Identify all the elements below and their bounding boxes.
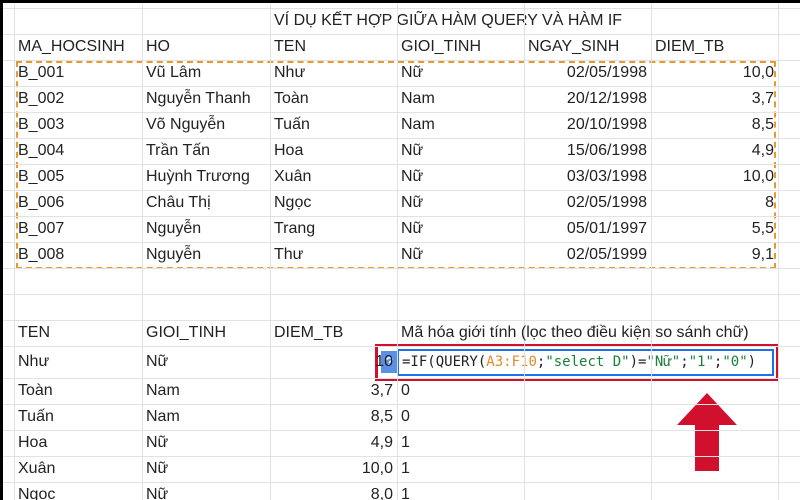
table-cell: 5,5 <box>751 220 774 237</box>
table-cell: 20/10/1998 <box>566 116 647 133</box>
result-header: Mã hóa giới tính (lọc theo điều kiện so … <box>401 324 749 341</box>
result-cell: 0 <box>401 382 410 399</box>
table-cell: 10,0 <box>742 64 774 81</box>
table-cell: B_006 <box>18 194 65 211</box>
result-cell: 1 <box>401 434 410 451</box>
table-cell: B_002 <box>18 90 65 107</box>
result-cell: Toàn <box>18 382 53 399</box>
sheet-title: VÍ DỤ KẾT HỢP GIỮA HÀM QUERY VÀ HÀM IF <box>274 12 623 29</box>
table-cell: 02/05/1998 <box>566 194 647 211</box>
table-cell: Vũ Lâm <box>146 64 202 81</box>
spreadsheet-grid[interactable]: VÍ DỤ KẾT HỢP GIỮA HÀM QUERY VÀ HÀM IF ?… <box>3 3 800 500</box>
table-cell: Nữ <box>401 194 424 211</box>
result-cell: Nữ <box>146 486 169 500</box>
formula-highlight-box: ? =IF(QUERY(A3:F10;"select D")="Nữ";"1";… <box>375 344 779 381</box>
table-cell: Châu Thị <box>146 194 211 211</box>
result-cell: 0 <box>401 408 410 425</box>
formula-string: "select D" <box>545 354 630 370</box>
column-header: GIOI_TINH <box>401 38 482 55</box>
col-gridline <box>778 3 779 500</box>
table-cell: 02/05/1999 <box>566 246 647 263</box>
table-cell: B_003 <box>18 116 65 133</box>
table-cell: B_005 <box>18 168 65 185</box>
table-cell: Nguyễn <box>146 220 202 237</box>
table-cell: 9,1 <box>751 246 774 263</box>
column-header: HO <box>146 38 170 55</box>
table-cell: B_008 <box>18 246 65 263</box>
result-cell: Hoa <box>18 434 48 451</box>
result-cell: 1 <box>401 486 410 500</box>
table-cell: Thư <box>274 246 304 263</box>
result-header: GIOI_TINH <box>146 324 227 341</box>
table-cell: Ngọc <box>274 194 312 211</box>
table-cell: 3,7 <box>751 90 774 107</box>
column-header: NGAY_SINH <box>528 38 620 55</box>
table-cell: 4,9 <box>751 142 774 159</box>
result-cell: Nam <box>146 382 180 399</box>
table-cell: 02/05/1998 <box>566 64 647 81</box>
table-cell: Toàn <box>274 90 309 107</box>
table-cell: 15/06/1998 <box>566 142 647 159</box>
row-gridline <box>3 294 800 295</box>
row-gridline <box>3 8 800 9</box>
table-cell: Nữ <box>401 142 424 159</box>
formula-string: "1" <box>688 354 714 370</box>
result-cell: 8,5 <box>370 408 393 425</box>
table-cell: Tuấn <box>274 116 310 133</box>
table-cell: Như <box>274 64 306 81</box>
result-header: TEN <box>18 324 50 341</box>
table-cell: 05/01/1997 <box>566 220 647 237</box>
table-cell: 10,0 <box>742 168 774 185</box>
formula-sep: ; <box>680 354 689 370</box>
table-cell: B_007 <box>18 220 65 237</box>
table-cell: Võ Nguyễn <box>146 116 226 133</box>
result-cell: Nam <box>146 408 180 425</box>
arrow-up-icon <box>677 393 737 471</box>
result-cell: 4,9 <box>370 434 393 451</box>
table-cell: Nam <box>401 116 435 133</box>
table-cell: Nữ <box>401 64 424 81</box>
formula-func: =IF(QUERY( <box>402 354 487 370</box>
result-cell: 1 <box>401 460 410 477</box>
table-cell: 8 <box>765 194 774 211</box>
table-cell: B_004 <box>18 142 65 159</box>
result-cell: 10,0 <box>361 460 393 477</box>
table-cell: B_001 <box>18 64 65 81</box>
table-cell: Nữ <box>401 246 424 263</box>
formula-op: )= <box>629 354 647 370</box>
result-cell: Nữ <box>146 434 169 451</box>
formula-close: ) <box>747 354 757 370</box>
row-gridline <box>3 346 800 347</box>
table-cell: Trần Tấn <box>146 142 211 159</box>
table-cell: Xuân <box>274 168 312 185</box>
formula-editor[interactable]: =IF(QUERY(A3:F10;"select D")="Nữ";"1";"0… <box>397 349 774 376</box>
result-cell: 8,0 <box>370 486 393 500</box>
column-header: TEN <box>274 38 306 55</box>
row-gridline <box>3 268 800 269</box>
result-cell: Tuấn <box>18 408 54 425</box>
table-cell: Nam <box>401 90 435 107</box>
table-cell: 20/12/1998 <box>566 90 647 107</box>
result-cell: Nữ <box>146 353 169 370</box>
table-cell: 03/03/1998 <box>566 168 647 185</box>
table-cell: Nguyễn Thanh <box>146 90 251 107</box>
table-cell: 8,5 <box>751 116 774 133</box>
table-cell: Trang <box>274 220 316 237</box>
column-header: MA_HOCSINH <box>18 38 125 55</box>
column-header: DIEM_TB <box>655 38 725 55</box>
result-cell: 10 <box>375 353 393 370</box>
table-cell: Nữ <box>401 220 424 237</box>
result-cell: Như <box>18 353 50 370</box>
formula-range: A3:F10 <box>486 354 537 370</box>
table-cell: Nguyễn <box>146 246 202 263</box>
result-cell: Xuân <box>18 460 56 477</box>
table-cell: Hoa <box>274 142 304 159</box>
result-header: DIEM_TB <box>274 324 344 341</box>
table-cell: Huỳnh Trương <box>146 168 250 185</box>
result-cell: Ngọc <box>18 486 56 500</box>
table-cell: Nữ <box>401 168 424 185</box>
result-cell: 3,7 <box>370 382 393 399</box>
result-cell: Nữ <box>146 460 169 477</box>
formula-string: "0" <box>722 354 748 370</box>
